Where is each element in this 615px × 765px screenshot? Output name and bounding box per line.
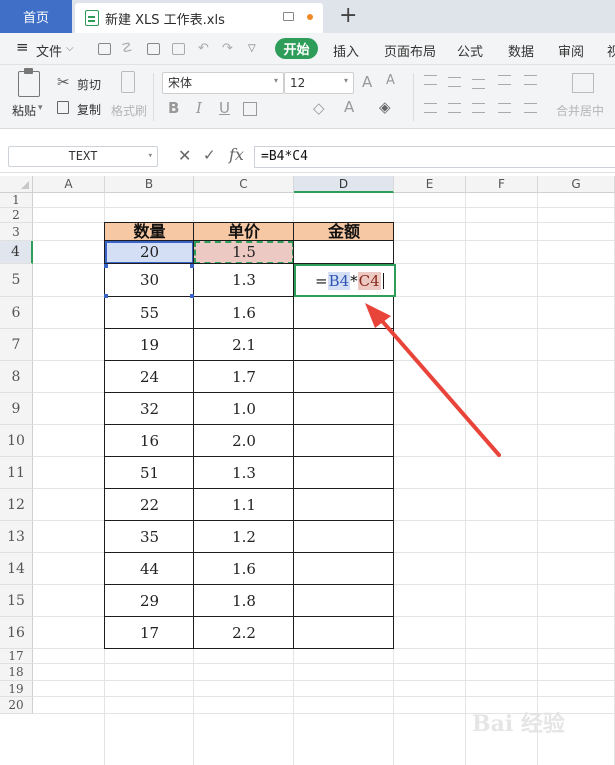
annotation-arrow (365, 303, 501, 457)
watermark-logo: Bai 经验 (472, 711, 565, 737)
